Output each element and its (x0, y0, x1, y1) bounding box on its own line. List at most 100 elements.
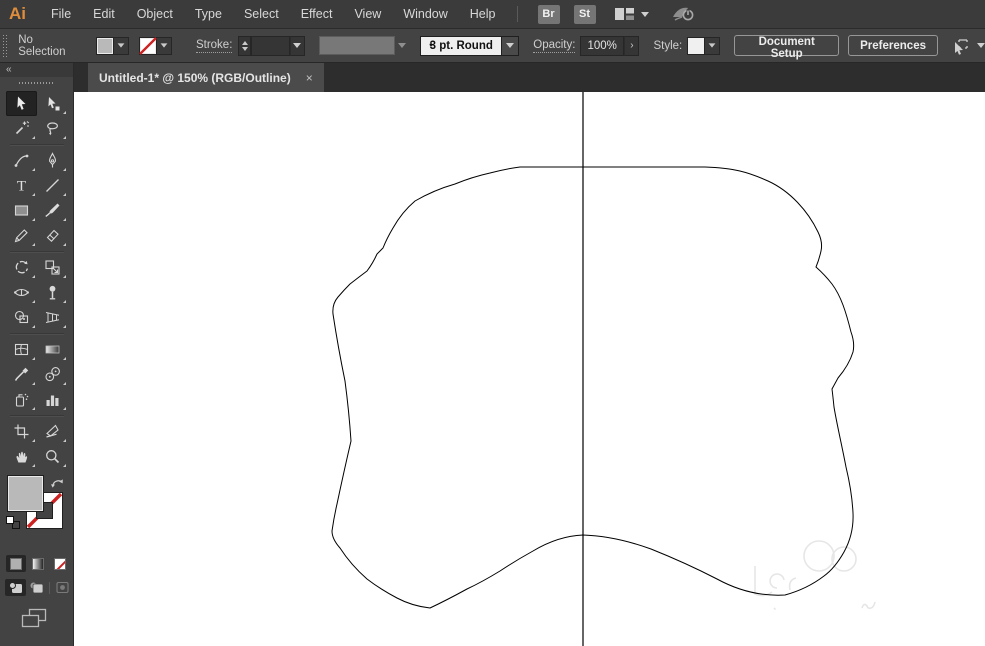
chevron-down-icon (160, 43, 168, 48)
tool-column-graph[interactable] (37, 387, 68, 412)
tool-zoom[interactable] (37, 444, 68, 469)
none-mode-icon (54, 557, 66, 570)
color-mode-button[interactable] (6, 555, 26, 572)
fill-color-control (95, 36, 129, 55)
opacity-value[interactable]: 100% (580, 35, 625, 56)
tab-close-icon[interactable]: × (306, 72, 313, 84)
menu-view[interactable]: View (343, 0, 392, 28)
brush-definition-dropdown-disabled (318, 36, 395, 55)
workspace-layout-icon (614, 8, 634, 20)
select-similar-options[interactable] (950, 36, 985, 56)
opacity-control: Opacity: 100% › (533, 35, 640, 56)
stroke-dropdown-button[interactable] (156, 36, 172, 55)
opacity-more-button[interactable]: › (624, 35, 640, 56)
tool-scale[interactable] (37, 255, 68, 280)
swap-fill-stroke-icon[interactable] (50, 476, 65, 490)
selection-tool-icon (16, 96, 25, 110)
bridge-button[interactable]: Br (537, 4, 560, 24)
tool-rectangle[interactable] (6, 198, 37, 223)
style-label[interactable]: Style: (653, 40, 682, 52)
fill-dropdown-button[interactable] (113, 36, 129, 55)
type-tool-icon: T (16, 179, 25, 195)
menu-file[interactable]: File (40, 0, 82, 28)
toolbar-grip[interactable] (18, 79, 55, 88)
menu-effect[interactable]: Effect (290, 0, 344, 28)
tool-eraser[interactable] (37, 223, 68, 248)
artboard-tool-icon (14, 424, 28, 439)
menu-type[interactable]: Type (184, 0, 233, 28)
menu-window[interactable]: Window (392, 0, 458, 28)
tool-width[interactable] (6, 280, 37, 305)
artboard-canvas[interactable] (74, 92, 985, 646)
style-swatch[interactable] (687, 36, 706, 55)
gradient-mode-button[interactable] (28, 555, 48, 572)
tool-blend[interactable] (37, 362, 68, 387)
step-down-icon (241, 46, 248, 51)
screen-mode-icon (21, 608, 47, 628)
tool-eyedropper[interactable] (6, 362, 37, 387)
stock-button[interactable]: St (573, 4, 596, 24)
draw-normal-button[interactable] (5, 579, 26, 596)
draw-behind-icon (30, 582, 44, 594)
stroke-weight-dropdown[interactable] (290, 35, 305, 56)
opacity-label[interactable]: Opacity: (533, 39, 576, 53)
stroke-swatch-none[interactable] (138, 36, 157, 55)
tool-pen[interactable] (37, 148, 68, 173)
fill-color-swatch[interactable] (7, 475, 44, 512)
shape-builder-icon (14, 310, 28, 324)
menu-help[interactable]: Help (459, 0, 507, 28)
tool-shape-builder[interactable] (6, 305, 37, 330)
column-graph-icon (46, 395, 58, 406)
tool-slice[interactable] (37, 419, 68, 444)
default-fill-stroke-icon[interactable] (6, 516, 20, 529)
artwork-path[interactable] (331, 166, 855, 609)
paintbrush-tool-icon (44, 203, 59, 217)
width-profile-text: 3 pt. Round (429, 39, 493, 52)
stroke-weight-value[interactable] (251, 35, 291, 56)
document-tab[interactable]: Untitled-1* @ 150% (RGB/Outline) × (88, 63, 324, 92)
tool-lasso[interactable] (37, 116, 68, 141)
tool-type[interactable]: T (6, 173, 37, 198)
tool-paintbrush[interactable] (37, 198, 68, 223)
menu-select[interactable]: Select (233, 0, 290, 28)
tool-perspective-grid[interactable] (37, 305, 68, 330)
workspace-switcher[interactable] (614, 7, 649, 21)
gradient-mode-icon (32, 557, 44, 570)
preferences-button[interactable]: Preferences (848, 35, 938, 56)
tool-selection[interactable] (5, 91, 37, 116)
tool-curvature[interactable] (6, 148, 37, 173)
stroke-weight-label[interactable]: Stroke: (195, 39, 233, 53)
artwork-layer (331, 92, 876, 646)
width-profile-dropdown[interactable] (502, 35, 520, 56)
tool-line-segment[interactable] (37, 173, 68, 198)
tool-direct-selection[interactable] (37, 91, 68, 116)
menu-edit[interactable]: Edit (82, 0, 126, 28)
document-setup-button[interactable]: Document Setup (734, 35, 840, 60)
tool-puppet-warp[interactable] (37, 280, 68, 305)
style-dropdown-button[interactable] (705, 36, 721, 55)
width-tool-icon (13, 288, 29, 297)
tool-symbol-sprayer[interactable] (6, 387, 37, 412)
tool-hand[interactable] (6, 444, 37, 469)
tool-mesh[interactable] (6, 337, 37, 362)
draw-behind-button[interactable] (26, 579, 47, 596)
menu-object[interactable]: Object (126, 0, 184, 28)
control-bar-grip[interactable] (2, 33, 9, 58)
width-profile-value[interactable]: • 3 pt. Round (420, 35, 503, 56)
tool-rotate[interactable] (6, 255, 37, 280)
gpu-performance[interactable] (671, 5, 697, 23)
fill-swatch[interactable] (95, 36, 114, 55)
screen-mode-button[interactable] (20, 607, 73, 634)
app-logo: Ai (9, 4, 26, 23)
chevron-down-icon (708, 43, 716, 48)
tool-magic-wand[interactable] (6, 116, 37, 141)
svg-text:T: T (16, 179, 25, 195)
none-mode-button[interactable] (50, 555, 70, 572)
tool-artboard[interactable] (6, 419, 37, 444)
tool-pencil[interactable] (6, 223, 37, 248)
tools-panel: « T (0, 63, 74, 646)
tool-gradient[interactable] (37, 337, 68, 362)
stroke-weight-stepper[interactable] (238, 35, 252, 56)
toolbar-collapse-button[interactable]: « (0, 63, 73, 77)
menu-bar: Ai File Edit Object Type Select Effect V… (0, 0, 985, 29)
